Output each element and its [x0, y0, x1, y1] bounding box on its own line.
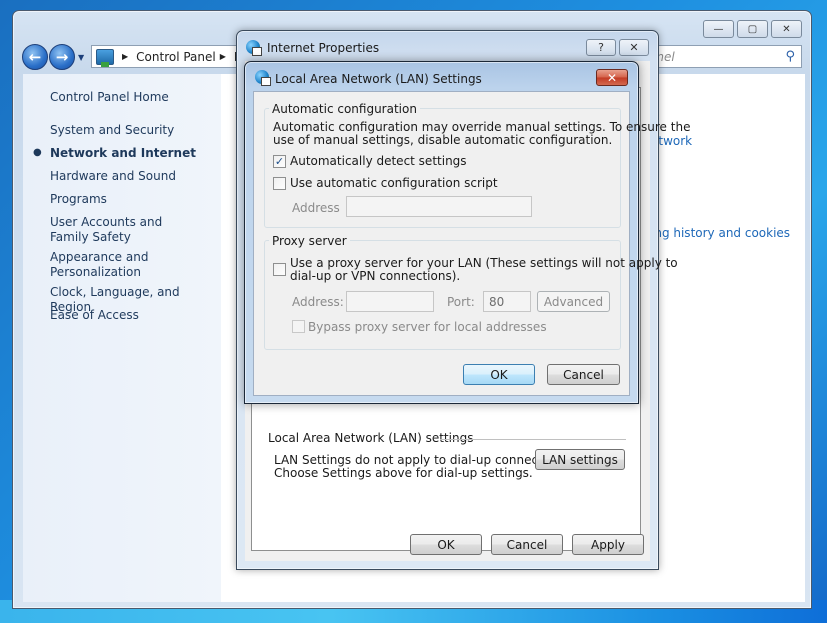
- proxy-server-label: Proxy server: [269, 234, 350, 248]
- forward-arrow-icon: →: [55, 48, 69, 66]
- close-button[interactable]: ✕: [771, 20, 802, 38]
- breadcrumb-separator[interactable]: ▶: [220, 52, 226, 61]
- lan-settings-dialog: Local Area Network (LAN) Settings ✕ Auto…: [244, 61, 690, 404]
- cancel-button[interactable]: Cancel: [491, 534, 563, 555]
- proxy-port-input[interactable]: 80: [483, 291, 531, 312]
- search-icon[interactable]: ⚲: [785, 49, 795, 64]
- use-proxy-checkbox[interactable]: [273, 263, 286, 276]
- apply-label: Apply: [591, 537, 625, 552]
- use-proxy-label-line2[interactable]: dial-up or VPN connections).: [290, 270, 460, 283]
- use-script-checkbox[interactable]: [273, 177, 286, 190]
- sidebar-item-ease-of-access[interactable]: Ease of Access: [50, 308, 139, 323]
- close-button[interactable]: ✕: [619, 39, 649, 56]
- dialog-title: Local Area Network (LAN) Settings: [275, 72, 482, 86]
- maximize-icon: ▢: [747, 23, 758, 35]
- internet-options-icon: [246, 40, 262, 56]
- lan-settings-button[interactable]: LAN settings: [535, 449, 625, 470]
- section-divider: [440, 439, 626, 440]
- recent-pages-dropdown[interactable]: ▼: [78, 53, 84, 62]
- active-bullet-icon: ●: [33, 147, 42, 158]
- cancel-label: Cancel: [506, 537, 548, 552]
- sidebar-item-hardware-sound[interactable]: Hardware and Sound: [50, 169, 176, 184]
- auto-config-description-line2: use of manual settings, disable automati…: [273, 133, 613, 147]
- auto-detect-checkbox[interactable]: ✓: [273, 155, 286, 168]
- ok-button[interactable]: OK: [410, 534, 482, 555]
- sidebar: Control Panel Home System and Security ●…: [23, 74, 222, 602]
- dialog-body: Automatic configuration Automatic config…: [253, 91, 690, 396]
- search-input[interactable]: anel ⚲: [642, 45, 802, 68]
- maximize-button[interactable]: ▢: [737, 20, 768, 38]
- proxy-address-input[interactable]: [346, 291, 434, 312]
- auto-config-label: Automatic configuration: [269, 102, 420, 116]
- lan-settings-label: LAN settings: [542, 452, 618, 467]
- ok-label: OK: [490, 367, 508, 382]
- bypass-local-label[interactable]: Bypass proxy server for local addresses: [308, 321, 547, 334]
- bypass-local-checkbox[interactable]: [292, 320, 305, 333]
- back-button[interactable]: ←: [22, 44, 48, 70]
- lan-description-line2: Choose Settings above for dial-up settin…: [274, 466, 533, 480]
- help-icon: ?: [598, 41, 604, 54]
- minimize-button[interactable]: —: [703, 20, 734, 38]
- close-icon: ✕: [629, 41, 639, 54]
- sidebar-item-user-accounts[interactable]: User Accounts and Family Safety: [50, 215, 200, 245]
- dialog-title: Internet Properties: [267, 41, 380, 55]
- window-controls: — ▢ ✕: [703, 20, 802, 38]
- script-address-input[interactable]: [346, 196, 532, 217]
- checkmark-icon: ✓: [274, 155, 285, 168]
- forward-button[interactable]: →: [49, 44, 75, 70]
- script-address-label: Address: [292, 201, 340, 215]
- advanced-button[interactable]: Advanced: [537, 291, 610, 312]
- breadcrumb-control-panel[interactable]: Control Panel: [136, 50, 216, 64]
- use-script-label[interactable]: Use automatic configuration script: [290, 177, 498, 190]
- proxy-port-label: Port:: [447, 295, 475, 309]
- breadcrumb-separator[interactable]: ▶: [122, 52, 128, 61]
- auto-detect-label[interactable]: Automatically detect settings: [290, 155, 467, 168]
- sidebar-item-system-security[interactable]: System and Security: [50, 123, 174, 138]
- close-button[interactable]: ✕: [596, 69, 628, 86]
- ok-button[interactable]: OK: [463, 364, 535, 385]
- content-link-browsing-history[interactable]: ing history and cookies: [651, 226, 790, 240]
- control-panel-icon: [96, 48, 114, 67]
- navigation-buttons: ← → ▼: [22, 44, 86, 70]
- minimize-icon: —: [713, 23, 724, 35]
- sidebar-item-appearance[interactable]: Appearance and Personalization: [50, 250, 170, 280]
- cancel-button[interactable]: Cancel: [547, 364, 620, 385]
- sidebar-item-programs[interactable]: Programs: [50, 192, 107, 207]
- sidebar-item-network-internet[interactable]: Network and Internet: [50, 146, 196, 161]
- internet-options-icon: [255, 70, 271, 86]
- help-button[interactable]: ?: [586, 39, 616, 56]
- proxy-address-label: Address:: [292, 295, 344, 309]
- back-arrow-icon: ←: [28, 48, 42, 66]
- apply-button[interactable]: Apply: [572, 534, 644, 555]
- sidebar-item-home[interactable]: Control Panel Home: [50, 90, 169, 105]
- cancel-label: Cancel: [563, 367, 604, 382]
- close-icon: ✕: [782, 23, 791, 35]
- advanced-label: Advanced: [543, 294, 604, 309]
- close-icon: ✕: [606, 70, 618, 85]
- ok-label: OK: [437, 537, 455, 552]
